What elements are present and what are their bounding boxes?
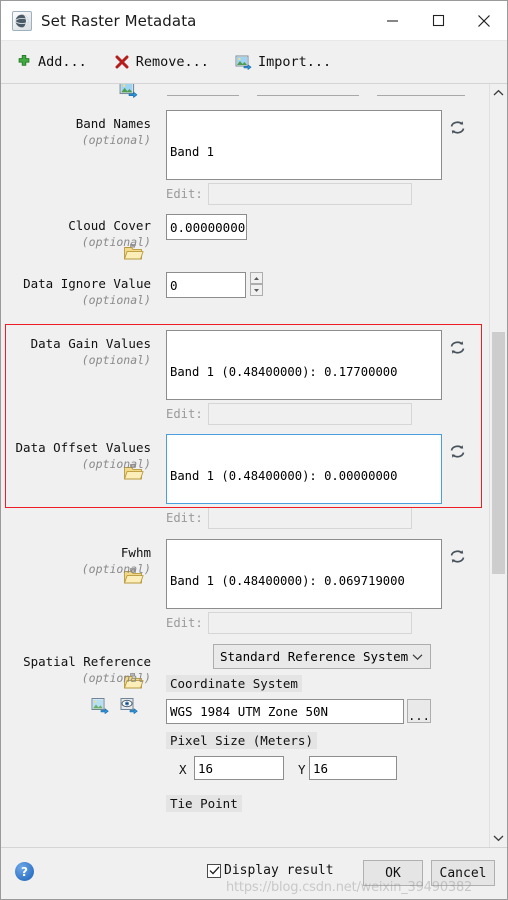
scroll-up-icon[interactable]: [490, 84, 507, 102]
dialog-footer: ? Display result OK Cancel: [1, 847, 507, 899]
data-ignore-value-stepper[interactable]: [250, 272, 263, 296]
list-item[interactable]: Band 1 (0.48400000): 0.069719000: [170, 573, 439, 589]
pixel-size-y-input[interactable]: 16: [309, 756, 397, 780]
import-image-icon[interactable]: [119, 84, 138, 102]
scrollbar-thumb[interactable]: [492, 332, 505, 574]
fwhm-refresh-icon[interactable]: [447, 546, 467, 566]
import-button-label: Import...: [257, 54, 332, 70]
data-ignore-value-label: Data Ignore Value (optional): [23, 276, 151, 307]
help-icon[interactable]: ?: [15, 862, 34, 881]
fwhm-edit-input[interactable]: [207, 612, 412, 634]
pixel-size-y-label: Y: [298, 762, 306, 777]
display-result-label: Display result: [224, 863, 334, 878]
ok-button[interactable]: OK: [363, 860, 423, 886]
set-raster-metadata-dialog: Set Raster Metadata Add... Remove... Imp…: [0, 0, 508, 900]
partial-scrolled-row: [1, 84, 489, 102]
coordinate-system-label: Coordinate System: [166, 675, 302, 692]
vertical-scrollbar[interactable]: [489, 84, 507, 847]
globe-icon: [12, 10, 32, 31]
cloud-cover-label: Cloud Cover (optional): [68, 218, 151, 249]
data-gain-values-listbox[interactable]: Band 1 (0.48400000): 0.17700000 Band 2 (…: [166, 330, 442, 400]
data-offset-values-label: Data Offset Values (optional): [15, 440, 151, 471]
import-image-icon: [235, 53, 253, 71]
fwhm-label: Fwhm (optional): [81, 545, 151, 576]
list-item[interactable]: Band 1: [170, 144, 439, 160]
data-gain-values-edit-input[interactable]: [207, 403, 412, 425]
tie-point-label: Tie Point: [166, 795, 242, 812]
edit-label: Edit:: [166, 616, 203, 630]
reference-system-value: Standard Reference System: [220, 649, 409, 664]
pixel-size-x-input[interactable]: 16: [194, 756, 284, 780]
edit-label: Edit:: [166, 511, 203, 525]
checkbox-checked-icon[interactable]: [207, 863, 221, 878]
pixel-size-x-label: X: [179, 762, 187, 777]
data-gain-values-label: Data Gain Values (optional): [30, 336, 151, 367]
remove-button[interactable]: Remove...: [113, 53, 209, 71]
plus-icon: [15, 53, 33, 71]
band-names-refresh-icon[interactable]: [447, 117, 467, 137]
spatial-reference-view-icon[interactable]: [120, 697, 139, 719]
data-offset-values-refresh-icon[interactable]: [447, 441, 467, 461]
toolbar: Add... Remove... Import...: [1, 41, 507, 83]
data-offset-values-listbox[interactable]: Band 1 (0.48400000): 0.00000000 Band 2 (…: [166, 434, 442, 504]
spatial-reference-image-icon[interactable]: [91, 697, 110, 719]
spatial-reference-label: Spatial Reference (optional): [23, 654, 151, 685]
minimize-button[interactable]: [369, 1, 415, 41]
import-button[interactable]: Import...: [235, 53, 331, 71]
edit-label: Edit:: [166, 407, 203, 421]
scrollbar-track[interactable]: [490, 102, 507, 829]
list-item[interactable]: Band 1 (0.48400000): 0.17700000: [170, 364, 439, 380]
maximize-button[interactable]: [415, 1, 461, 41]
cancel-button[interactable]: Cancel: [431, 860, 495, 886]
data-ignore-value-input[interactable]: 0: [166, 272, 246, 298]
divider: [167, 95, 239, 96]
stepper-up-icon[interactable]: [250, 272, 263, 284]
chevron-down-icon: [412, 653, 423, 661]
coordinate-system-browse-button[interactable]: ...: [407, 699, 431, 723]
edit-label: Edit:: [166, 187, 203, 201]
data-gain-values-edit-row: Edit:: [166, 403, 412, 425]
fwhm-edit-row: Edit:: [166, 612, 412, 634]
metadata-form: Band Names (optional) Band 1 Band 2 Band…: [1, 84, 489, 847]
band-names-edit-input[interactable]: [207, 183, 412, 205]
add-button[interactable]: Add...: [15, 53, 87, 71]
stepper-down-icon[interactable]: [250, 284, 263, 296]
band-names-listbox[interactable]: Band 1 Band 2 Band 3 Band 4: [166, 110, 442, 180]
data-offset-values-edit-row: Edit:: [166, 507, 412, 529]
dialog-body: Band Names (optional) Band 1 Band 2 Band…: [1, 83, 507, 847]
pixel-size-label: Pixel Size (Meters): [166, 732, 317, 749]
cloud-cover-input[interactable]: 0.00000000: [166, 214, 247, 240]
divider: [257, 95, 359, 96]
band-names-label: Band Names (optional): [75, 116, 151, 147]
data-gain-values-refresh-icon[interactable]: [447, 337, 467, 357]
data-offset-values-edit-input[interactable]: [207, 507, 412, 529]
display-result-checkbox[interactable]: Display result: [207, 863, 334, 878]
divider: [377, 95, 465, 96]
remove-button-label: Remove...: [135, 54, 209, 70]
list-item[interactable]: Band 1 (0.48400000): 0.00000000: [170, 468, 439, 484]
title-bar: Set Raster Metadata: [1, 1, 507, 41]
fwhm-listbox[interactable]: Band 1 (0.48400000): 0.069719000 Band 2 …: [166, 539, 442, 609]
add-button-label: Add...: [38, 54, 87, 70]
cross-icon: [113, 53, 131, 71]
coordinate-system-input[interactable]: WGS 1984 UTM Zone 50N: [166, 699, 404, 724]
scroll-down-icon[interactable]: [490, 829, 507, 847]
close-button[interactable]: [461, 1, 507, 41]
reference-system-select[interactable]: Standard Reference System: [213, 644, 431, 669]
page-title: Set Raster Metadata: [41, 11, 197, 30]
band-names-edit-row: Edit:: [166, 183, 412, 205]
